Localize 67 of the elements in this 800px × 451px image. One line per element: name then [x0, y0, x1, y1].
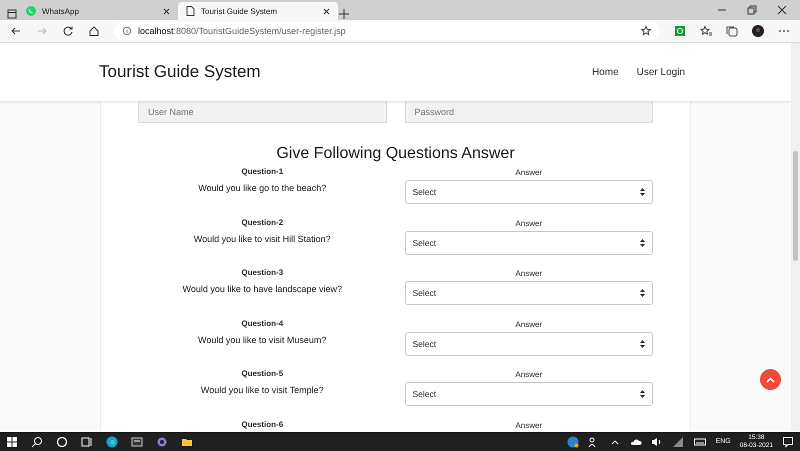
- scroll-top-button[interactable]: [760, 369, 781, 390]
- section-heading: Give Following Questions Answer: [275, 145, 516, 163]
- avatar-icon[interactable]: [752, 25, 764, 37]
- input-field[interactable]: Password: [404, 101, 653, 123]
- task-view-icon[interactable]: [81, 436, 93, 448]
- close-icon[interactable]: [323, 8, 330, 14]
- question-text: Would you like to visit Hill Station?: [194, 234, 331, 244]
- address-bar[interactable]: localhost:8080/TouristGuideSystem/user-register.jsp: [114, 22, 660, 40]
- refresh-icon[interactable]: [62, 25, 74, 37]
- answer-label: Answer: [515, 420, 542, 430]
- question-label: Question-2: [241, 218, 284, 226]
- volume-icon[interactable]: [650, 436, 663, 448]
- browser-icon[interactable]: [106, 436, 118, 448]
- question-text: Would you like go to the beach?: [198, 183, 326, 193]
- answer-label: Answer: [515, 370, 542, 379]
- terminal-icon[interactable]: [131, 436, 143, 448]
- restore-icon[interactable]: [746, 4, 758, 16]
- new-tab-icon[interactable]: [338, 8, 350, 20]
- question-text: Would you like to visit Museum?: [198, 334, 326, 344]
- search-icon[interactable]: [31, 436, 43, 448]
- tab-actions-icon[interactable]: [6, 8, 18, 20]
- question-label: Question-3: [241, 268, 284, 277]
- question-label: Question-4: [241, 318, 284, 328]
- answer-dropdown[interactable]: Select: [404, 281, 653, 305]
- nav-link[interactable]: User Login: [636, 66, 685, 78]
- favorite-add-icon[interactable]: [640, 25, 652, 37]
- chevron-up-icon: [766, 376, 775, 382]
- url-text: localhost:8080/TouristGuideSystem/user-register.jsp: [138, 26, 347, 36]
- back-icon[interactable]: [10, 25, 22, 37]
- extension-icon[interactable]: [674, 25, 686, 37]
- question-label: Question-6: [241, 420, 284, 428]
- nav-link[interactable]: Home: [592, 66, 619, 78]
- browser-tab[interactable]: Tourist Guide System: [178, 2, 338, 20]
- notification-icon[interactable]: [782, 436, 794, 448]
- site-title: Tourist Guide System: [99, 62, 261, 82]
- chat-icon: [26, 6, 36, 16]
- question-text: Would you like to have landscape view?: [182, 284, 342, 294]
- answer-label: Answer: [515, 320, 542, 328]
- answer-label: Answer: [515, 218, 542, 228]
- sort-caret-icon: [640, 340, 645, 348]
- input-field[interactable]: User Name: [138, 101, 386, 123]
- home-icon[interactable]: [88, 25, 100, 37]
- sort-caret-icon: [640, 238, 645, 246]
- keyboard-icon[interactable]: [692, 436, 707, 448]
- sort-caret-icon: [640, 289, 645, 297]
- help-icon[interactable]: [566, 436, 579, 448]
- browser-tab[interactable]: WhatsApp: [18, 2, 178, 20]
- question-text: Would you like to visit Temple?: [200, 385, 324, 395]
- close-icon[interactable]: [163, 8, 170, 14]
- circle-icon[interactable]: [56, 436, 68, 448]
- start-icon[interactable]: [6, 436, 18, 448]
- scrollbar-thumb[interactable]: [793, 151, 798, 261]
- answer-dropdown[interactable]: Select: [404, 230, 653, 254]
- answer-label: Answer: [515, 168, 542, 177]
- page-icon: [186, 6, 195, 16]
- answer-dropdown[interactable]: Select: [404, 332, 653, 356]
- info-icon: [122, 25, 132, 37]
- answer-dropdown[interactable]: Select: [404, 382, 653, 406]
- answer-dropdown[interactable]: Select: [404, 180, 653, 204]
- close-icon[interactable]: [776, 4, 788, 16]
- collections-icon[interactable]: [726, 25, 738, 37]
- answer-label: Answer: [515, 269, 542, 278]
- sort-caret-icon: [640, 188, 645, 196]
- question-label: Question-5: [241, 369, 284, 378]
- favorites-icon[interactable]: [700, 25, 712, 37]
- sort-caret-icon: [640, 390, 645, 398]
- question-label: Question-1: [241, 167, 284, 176]
